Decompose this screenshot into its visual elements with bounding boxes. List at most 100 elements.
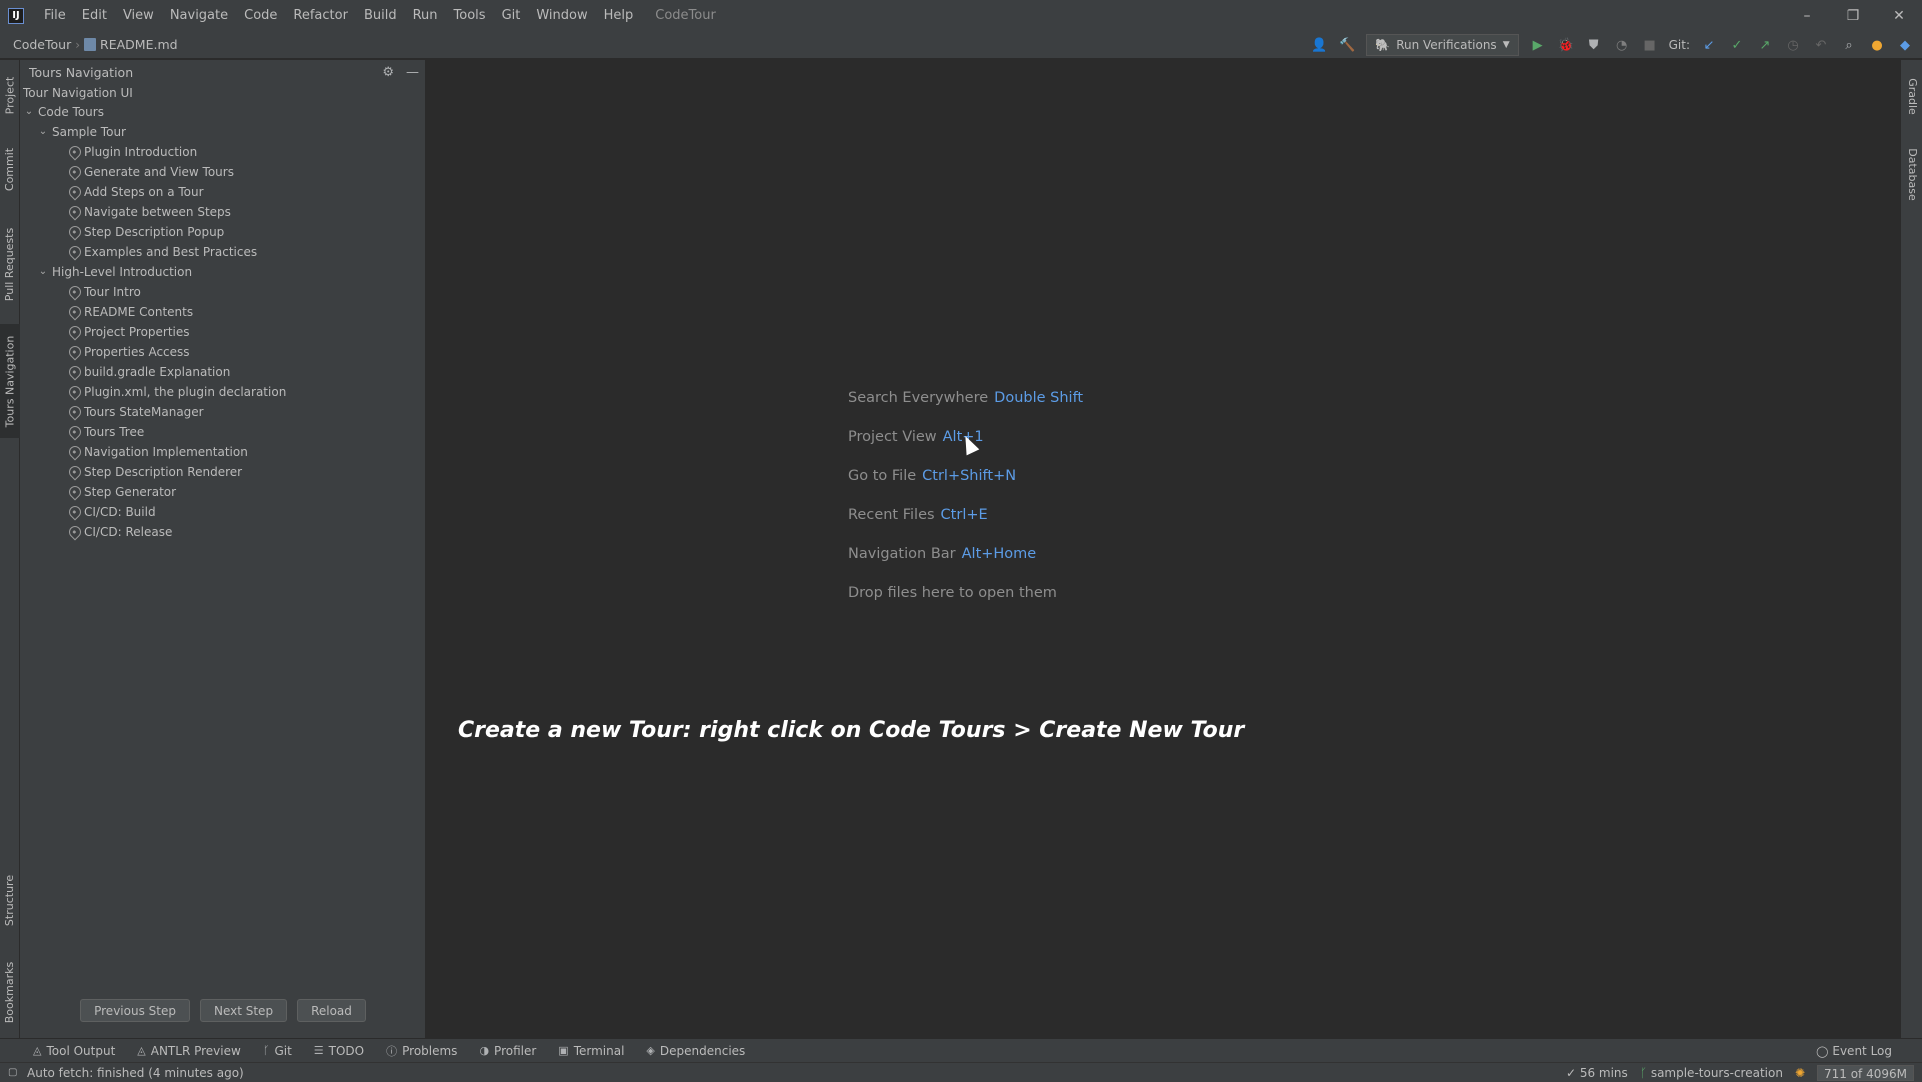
tree-node-step[interactable]: Navigate between Steps bbox=[20, 202, 425, 222]
tree-node-step[interactable]: Tours Tree bbox=[20, 422, 425, 442]
menu-build[interactable]: Build bbox=[356, 0, 405, 31]
menu-git[interactable]: Git bbox=[494, 0, 529, 31]
left-tool-stripe: Project Commit Pull Requests Tours Navig… bbox=[0, 60, 20, 1062]
tree-node-step[interactable]: Tour Intro bbox=[20, 282, 425, 302]
clock-check-icon: ✓ bbox=[1565, 1066, 1580, 1080]
previous-step-button[interactable]: Previous Step bbox=[80, 999, 190, 1022]
build-hammer-icon[interactable]: 🔨 bbox=[1338, 36, 1356, 54]
tree-node-step[interactable]: Examples and Best Practices bbox=[20, 242, 425, 262]
menu-run[interactable]: Run bbox=[405, 0, 446, 31]
stripe-project[interactable]: Project bbox=[0, 66, 20, 124]
location-pin-icon bbox=[66, 523, 84, 541]
profile-icon[interactable]: ◔ bbox=[1613, 36, 1631, 54]
tool-output-tab[interactable]: ◬ Tool Output bbox=[33, 1044, 115, 1058]
debug-icon[interactable]: 🐞 bbox=[1557, 36, 1575, 54]
panel-title: Tours Navigation bbox=[29, 64, 134, 80]
reload-button[interactable]: Reload bbox=[297, 999, 366, 1022]
dependencies-tab[interactable]: ◈ Dependencies bbox=[646, 1044, 745, 1058]
gear-icon[interactable]: ⚙ bbox=[382, 65, 394, 80]
stripe-pull-requests[interactable]: Pull Requests bbox=[0, 214, 20, 314]
event-log-icon: ◯ bbox=[1816, 1044, 1829, 1058]
updates-icon[interactable]: ● bbox=[1868, 36, 1886, 54]
menu-window[interactable]: Window bbox=[528, 0, 595, 31]
stripe-structure[interactable]: Structure bbox=[0, 860, 20, 940]
run-configuration-select[interactable]: 🐘 Run Verifications ▼ bbox=[1366, 34, 1519, 56]
tree-node-step[interactable]: Generate and View Tours bbox=[20, 162, 425, 182]
git-tab[interactable]: ᚴ Git bbox=[263, 1044, 292, 1058]
tours-tree[interactable]: ⌄ Code Tours ⌄ Sample Tour Plugin Introducti… bbox=[20, 102, 425, 542]
chevron-down-icon[interactable]: ⌄ bbox=[38, 122, 48, 142]
notifications-icon[interactable]: ✺ bbox=[1795, 1066, 1805, 1080]
git-update-icon[interactable]: ↙ bbox=[1700, 36, 1718, 54]
menu-view[interactable]: View bbox=[115, 0, 162, 31]
tree-node-tour[interactable]: ⌄ High-Level Introduction bbox=[20, 262, 425, 282]
stripe-commit[interactable]: Commit bbox=[0, 136, 20, 202]
chevron-down-icon[interactable]: ⌄ bbox=[24, 102, 34, 122]
tree-node-tour[interactable]: ⌄ Sample Tour bbox=[20, 122, 425, 142]
tree-node-step[interactable]: Tours StateManager bbox=[20, 402, 425, 422]
history-icon[interactable]: ◷ bbox=[1784, 36, 1802, 54]
restore-button[interactable]: ❐ bbox=[1830, 0, 1876, 31]
terminal-tab[interactable]: ▣ Terminal bbox=[558, 1044, 624, 1058]
menu-edit[interactable]: Edit bbox=[74, 0, 115, 31]
memory-indicator[interactable]: 711 of 4096M bbox=[1817, 1065, 1914, 1081]
stripe-database[interactable]: Database bbox=[1901, 136, 1922, 212]
todo-tab[interactable]: ☰ TODO bbox=[314, 1044, 364, 1058]
tree-node-step[interactable]: CI/CD: Release bbox=[20, 522, 425, 542]
tree-node-step[interactable]: README Contents bbox=[20, 302, 425, 322]
menu-navigate[interactable]: Navigate bbox=[162, 0, 236, 31]
tree-node-step[interactable]: Plugin Introduction bbox=[20, 142, 425, 162]
editor-area[interactable]: Search Everywhere Double Shift Project Vi… bbox=[427, 60, 1900, 1038]
antlr-preview-tab[interactable]: ◬ ANTLR Preview bbox=[137, 1044, 241, 1058]
rollback-icon[interactable]: ↶ bbox=[1812, 36, 1830, 54]
stripe-gradle[interactable]: Gradle bbox=[1901, 66, 1922, 126]
next-step-button[interactable]: Next Step bbox=[199, 999, 288, 1022]
status-message[interactable]: Auto fetch: finished (4 minutes ago) bbox=[27, 1066, 244, 1080]
breadcrumb-file-label: README.md bbox=[100, 37, 178, 52]
menu-file[interactable]: File bbox=[36, 0, 74, 31]
run-icon[interactable]: ▶ bbox=[1529, 36, 1547, 54]
menu-refactor[interactable]: Refactor bbox=[285, 0, 356, 31]
tree-node-step[interactable]: Navigation Implementation bbox=[20, 442, 425, 462]
git-push-icon[interactable]: ↗ bbox=[1756, 36, 1774, 54]
profiler-tab[interactable]: ◑ Profiler bbox=[479, 1044, 536, 1058]
tree-item-label: High-Level Introduction bbox=[52, 265, 193, 279]
stop-icon[interactable]: ■ bbox=[1641, 36, 1659, 54]
tree-node-step[interactable]: Add Steps on a Tour bbox=[20, 182, 425, 202]
status-panel-icon[interactable]: ▢ bbox=[8, 1067, 17, 1078]
close-button[interactable]: ✕ bbox=[1876, 0, 1922, 31]
minimize-button[interactable]: – bbox=[1784, 0, 1830, 31]
tree-item-label: README Contents bbox=[84, 305, 194, 319]
breadcrumb-file[interactable]: README.md bbox=[84, 37, 178, 52]
git-commit-icon[interactable]: ✓ bbox=[1728, 36, 1746, 54]
create-tour-instruction: Create a new Tour: right click on Code T… bbox=[458, 718, 1245, 743]
code-with-me-icon[interactable]: ◆ bbox=[1896, 36, 1914, 54]
menu-help[interactable]: Help bbox=[596, 0, 642, 31]
time-tracking-widget[interactable]: ✓ 56 mins bbox=[1566, 1066, 1628, 1080]
coverage-icon[interactable]: ⛊ bbox=[1585, 36, 1603, 54]
tree-node-step[interactable]: Properties Access bbox=[20, 342, 425, 362]
tree-node-step[interactable]: Step Generator bbox=[20, 482, 425, 502]
tree-node-step[interactable]: CI/CD: Build bbox=[20, 502, 425, 522]
git-branch-widget[interactable]: ᚴ sample-tours-creation bbox=[1640, 1066, 1783, 1080]
tree-node-code-tours[interactable]: ⌄ Code Tours bbox=[20, 102, 425, 122]
tab-label: TODO bbox=[328, 1043, 365, 1058]
chevron-down-icon[interactable]: ⌄ bbox=[38, 262, 48, 282]
stripe-bookmarks[interactable]: Bookmarks bbox=[0, 950, 20, 1034]
tree-node-step[interactable]: build.gradle Explanation bbox=[20, 362, 425, 382]
tree-node-step[interactable]: Plugin.xml, the plugin declaration bbox=[20, 382, 425, 402]
tree-node-step[interactable]: Step Description Renderer bbox=[20, 462, 425, 482]
search-icon[interactable]: ⌕ bbox=[1840, 36, 1858, 54]
problems-tab[interactable]: ⓘ Problems bbox=[386, 1043, 457, 1059]
user-icon[interactable]: 👤 bbox=[1310, 36, 1328, 54]
breadcrumb-project[interactable]: CodeTour bbox=[0, 37, 71, 52]
tree-node-step[interactable]: Step Description Popup bbox=[20, 222, 425, 242]
intellij-logo-icon[interactable]: IJ bbox=[8, 7, 24, 24]
hint-key: Alt+Home bbox=[961, 546, 1037, 562]
event-log-tab[interactable]: ◯ Event Log bbox=[1816, 1039, 1892, 1063]
stripe-tours-navigation[interactable]: Tours Navigation bbox=[0, 324, 20, 438]
tree-node-step[interactable]: Project Properties bbox=[20, 322, 425, 342]
menu-code[interactable]: Code bbox=[236, 0, 285, 31]
hide-panel-icon[interactable]: — bbox=[406, 65, 419, 80]
menu-tools[interactable]: Tools bbox=[446, 0, 494, 31]
